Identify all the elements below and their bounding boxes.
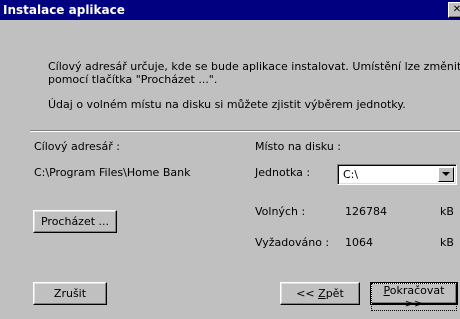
drive-select-value: C:\ — [343, 168, 359, 181]
drive-select[interactable]: C:\ — [337, 164, 457, 185]
browse-button[interactable]: Procházet ... — [33, 210, 117, 233]
disk-space-label: Místo na disku : — [255, 140, 342, 153]
intro-line-2: pomocí tlačítka "Procházet ...". — [48, 73, 218, 86]
cancel-button[interactable]: Zrušit — [33, 282, 107, 305]
close-icon[interactable]: ✕ — [448, 2, 460, 18]
drive-label: Jednotka : — [255, 166, 311, 179]
free-space-value: 126784 — [345, 205, 387, 218]
separator — [30, 130, 460, 132]
free-space-label: Volných : — [255, 205, 306, 218]
next-button[interactable]: Pokračovat >> — [370, 282, 458, 311]
required-space-unit: kB — [440, 236, 454, 249]
back-button-mnemonic: Z — [318, 287, 326, 300]
intro-line-3: Údaj o volném místu na disku si můžete z… — [48, 98, 406, 111]
back-button-rest: pět — [325, 287, 344, 300]
window-title: Instalace aplikace — [3, 3, 125, 17]
back-button-prefix: << — [296, 287, 319, 300]
required-space-label: Vyžadováno : — [255, 236, 330, 249]
next-button-rest: okračovat >> — [389, 284, 445, 310]
intro-line-1: Cílový adresář určuje, kde se bude aplik… — [48, 60, 460, 73]
target-folder-path: C:\Program Files\Home Bank — [34, 166, 191, 179]
required-space-value: 1064 — [345, 236, 373, 249]
title-bar: Instalace aplikace ✕ — [0, 0, 460, 20]
target-folder-label: Cílový adresář : — [34, 140, 121, 153]
focus-ring: Pokračovat >> — [371, 283, 457, 311]
free-space-unit: kB — [440, 205, 454, 218]
back-button[interactable]: << Zpět — [280, 282, 360, 305]
chevron-down-icon[interactable] — [438, 167, 454, 182]
